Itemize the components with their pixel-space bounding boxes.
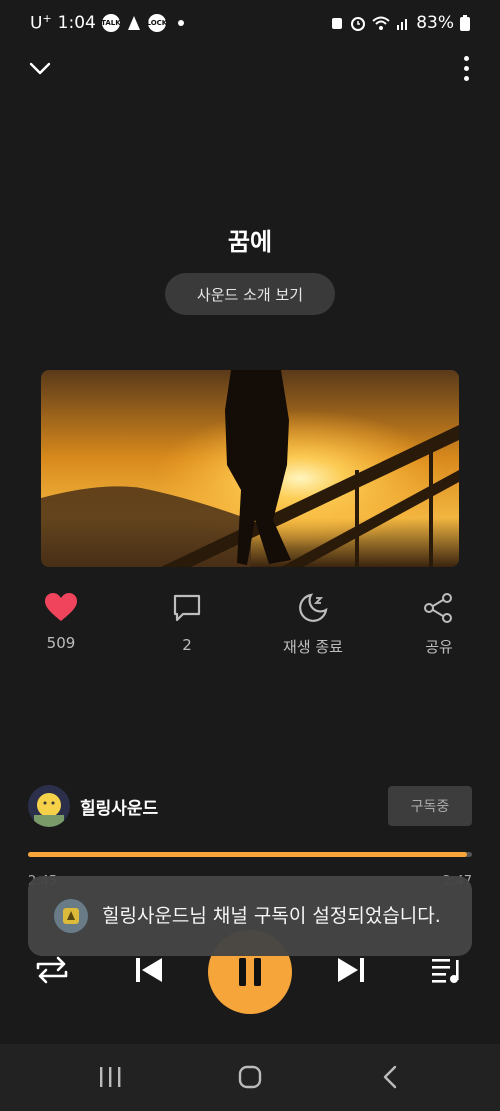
home-icon[interactable]	[238, 1065, 262, 1089]
share-button[interactable]: 공유	[384, 592, 494, 657]
subscription-toast: 힐링사운드님 채널 구독이 설정되었습니다.	[28, 876, 472, 956]
battery-icon	[460, 15, 470, 31]
status-bar: U+ 1:04 TALK LOCK 83%	[0, 0, 500, 46]
channel-row: 힐링사운드 구독중	[28, 784, 472, 828]
channel-name[interactable]: 힐링사운드	[80, 794, 158, 819]
pause-icon	[239, 958, 261, 986]
wifi-icon	[372, 16, 390, 30]
channel-avatar[interactable]	[28, 785, 70, 827]
top-bar	[0, 50, 500, 86]
chevron-down-icon[interactable]	[26, 54, 54, 82]
comment-count: 2	[182, 636, 192, 654]
like-button[interactable]: 509	[6, 592, 116, 652]
share-icon	[424, 593, 452, 623]
kakaotalk-icon: TALK	[101, 14, 121, 32]
subscribe-button[interactable]: 구독중	[388, 786, 472, 826]
lock-app-icon: LOCK	[147, 14, 167, 32]
comment-button[interactable]: 2	[132, 592, 242, 654]
sound-intro-button[interactable]: 사운드 소개 보기	[165, 273, 335, 315]
system-nav-bar	[0, 1044, 500, 1111]
notification-dot-icon	[177, 20, 184, 26]
playlist-icon[interactable]	[430, 956, 464, 984]
battery-percent: 83%	[416, 13, 454, 33]
skip-previous-icon[interactable]	[134, 956, 164, 984]
channel-toast-icon	[54, 899, 88, 933]
progress-bar[interactable]	[28, 852, 472, 857]
sleep-timer-label: 재생 종료	[283, 638, 343, 656]
share-label: 공유	[425, 638, 453, 656]
silent-icon	[332, 18, 343, 29]
status-right: 83%	[330, 13, 470, 33]
track-title: 꿈에	[227, 228, 273, 256]
moon-icon	[299, 593, 328, 622]
carrier-label: U+	[30, 12, 52, 34]
recent-apps-icon[interactable]	[98, 1066, 122, 1088]
toast-message: 힐링사운드님 채널 구독이 설정되었습니다.	[102, 905, 441, 927]
alarm-icon	[351, 17, 366, 31]
action-row: 509 2 재생 종료 공유	[0, 592, 500, 662]
cover-image	[41, 370, 459, 567]
skip-next-icon[interactable]	[336, 956, 366, 984]
repeat-icon[interactable]	[34, 954, 70, 986]
comment-icon	[173, 594, 201, 622]
sleep-timer-button[interactable]: 재생 종료	[258, 592, 368, 657]
more-vertical-icon[interactable]	[458, 54, 474, 82]
signal-icon	[397, 19, 408, 30]
progress-fill	[28, 852, 467, 857]
status-time: 1:04	[57, 13, 96, 33]
like-count: 509	[46, 634, 76, 652]
back-icon[interactable]	[380, 1065, 400, 1089]
nfc-icon	[127, 16, 140, 30]
heart-icon	[45, 593, 77, 621]
status-left: U+ 1:04 TALK LOCK	[30, 12, 184, 34]
